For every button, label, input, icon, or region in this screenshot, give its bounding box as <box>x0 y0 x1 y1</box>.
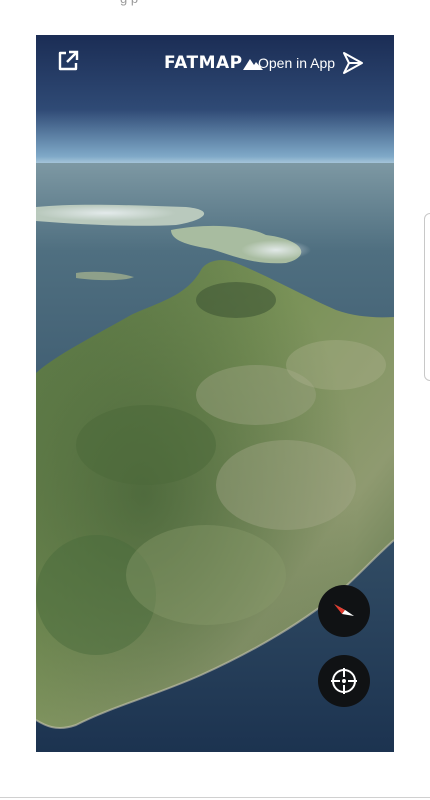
open-in-app-label: Open in App <box>258 55 336 71</box>
external-link-icon <box>58 50 79 71</box>
crosshair-icon <box>331 668 357 694</box>
top-text-strip: g p <box>0 0 430 8</box>
bottom-divider <box>0 797 430 798</box>
expand-button[interactable] <box>56 49 80 73</box>
locate-button[interactable] <box>318 655 370 707</box>
play-arrow-icon <box>343 52 364 74</box>
map-view[interactable]: FATMAP Open in App <box>36 35 394 752</box>
open-in-app-link[interactable]: Open in App <box>258 51 365 75</box>
compass-button[interactable] <box>318 585 370 637</box>
terrain-render <box>36 35 394 752</box>
brand-logo: FATMAP <box>164 51 263 75</box>
top-text: g p <box>120 0 138 6</box>
compass-icon <box>334 604 354 616</box>
edge-panel-handle[interactable] <box>424 213 430 381</box>
brand-name: FATMAP <box>164 53 243 73</box>
